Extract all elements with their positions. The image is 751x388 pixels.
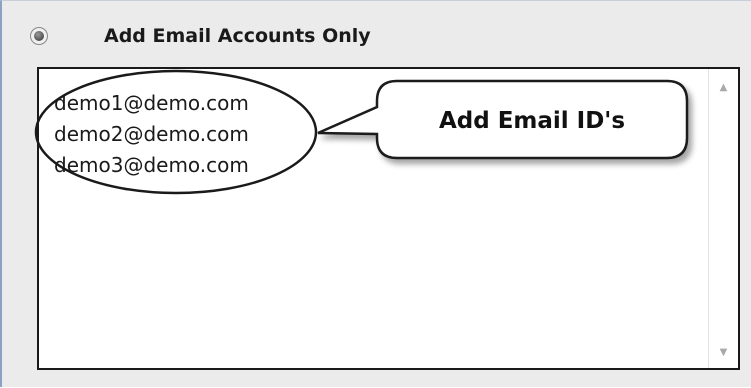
vertical-scrollbar[interactable]: ▲ ▼	[708, 69, 738, 368]
email-line: demo3@demo.com	[54, 153, 249, 177]
email-list: demo1@demo.com demo2@demo.com demo3@demo…	[54, 88, 249, 181]
callout-text: Add Email ID's	[438, 108, 626, 134]
radio-selected-dot-icon	[34, 31, 44, 41]
email-line: demo1@demo.com	[54, 91, 249, 115]
email-line: demo2@demo.com	[54, 122, 249, 146]
email-accounts-panel: Add Email Accounts Only demo1@demo.com d…	[0, 0, 751, 387]
add-email-accounts-label[interactable]: Add Email Accounts Only	[104, 19, 371, 53]
chevron-up-icon[interactable]: ▲	[709, 77, 738, 97]
add-email-accounts-option[interactable]: Add Email Accounts Only	[30, 19, 371, 53]
add-email-accounts-radio[interactable]	[30, 27, 48, 45]
chevron-down-icon[interactable]: ▼	[709, 342, 738, 362]
